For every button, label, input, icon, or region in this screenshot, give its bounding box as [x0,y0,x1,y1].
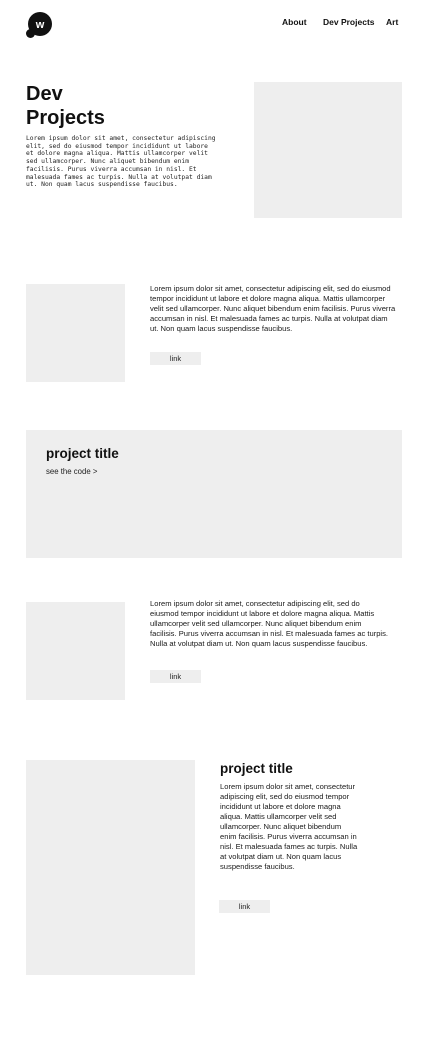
project1-image-placeholder [26,284,125,382]
project3-image-placeholder [26,760,195,975]
page-title-line2: Projects [26,107,105,129]
page-title-line1: Dev [26,83,63,105]
project1-link-button[interactable]: link [150,352,201,365]
project1-description: Lorem ipsum dolor sit amet, consectetur … [150,284,396,333]
hero-image-placeholder [254,82,402,218]
nav-art-link[interactable]: Art [386,17,398,27]
project3-description: Lorem ipsum dolor sit amet, consectetur … [220,782,358,871]
banner-project-title: project title [46,446,119,461]
hero-description: Lorem ipsum dolor sit amet, consectetur … [26,135,216,189]
project2-link-button[interactable]: link [150,670,201,683]
project2-image-placeholder [26,602,125,700]
page: w About Dev Projects Art Dev Projects Lo… [0,0,431,1046]
page-title: Dev Projects [26,82,176,130]
nav-dev-projects-link[interactable]: Dev Projects [323,17,375,27]
nav-about-link[interactable]: About [282,17,307,27]
project3-title: project title [220,761,293,776]
see-the-code-link[interactable]: see the code > [46,467,97,477]
project2-description: Lorem ipsum dolor sit amet, consectetur … [150,599,389,648]
project3-link-button[interactable]: link [219,900,270,913]
top-nav: About Dev Projects Art [0,17,431,29]
